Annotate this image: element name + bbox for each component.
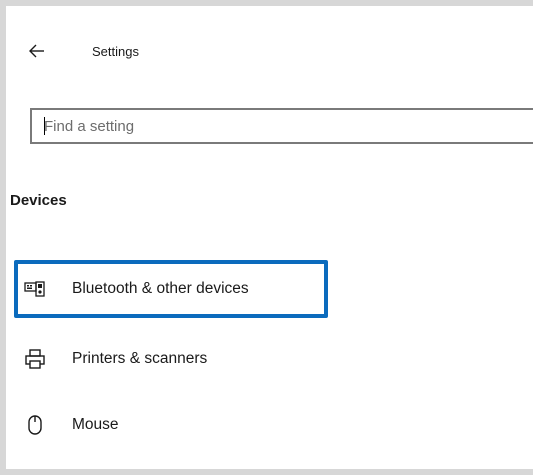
nav-item-label: Printers & scanners (72, 350, 208, 367)
back-arrow-icon[interactable] (26, 40, 48, 62)
nav-item-label: Bluetooth & other devices (72, 280, 249, 297)
mouse-icon (24, 414, 46, 436)
printer-icon (24, 348, 46, 370)
nav-item-printers[interactable]: Printers & scanners (6, 334, 326, 386)
title-bar: Settings (6, 36, 533, 66)
nav-item-label: Mouse (72, 416, 119, 433)
page-title: Settings (92, 44, 139, 59)
search-field[interactable] (30, 108, 533, 144)
nav-item-bluetooth[interactable]: Bluetooth & other devices (14, 260, 328, 318)
search-input[interactable] (44, 110, 504, 142)
settings-window: Settings Devices Bluetooth & other devic… (6, 6, 533, 469)
section-heading: Devices (10, 192, 67, 209)
bluetooth-devices-icon (24, 278, 46, 300)
nav-item-mouse[interactable]: Mouse (6, 400, 326, 452)
